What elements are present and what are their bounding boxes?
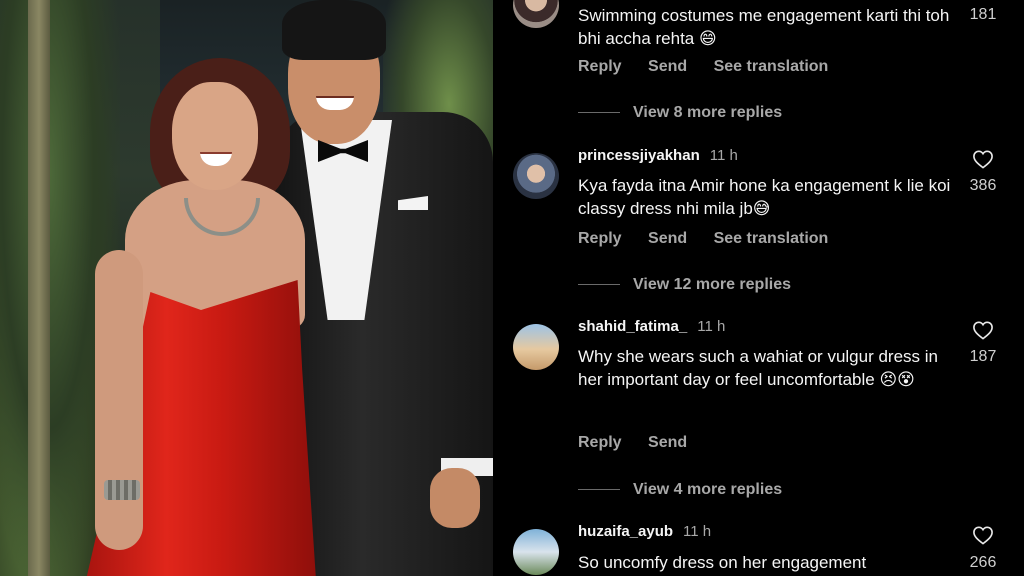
man-hand — [430, 468, 480, 528]
reply-button[interactable]: Reply — [578, 58, 622, 75]
avatar[interactable] — [513, 324, 559, 370]
send-button[interactable]: Send — [648, 230, 687, 247]
divider-line — [578, 284, 620, 286]
comment-actions: Reply Send — [578, 434, 709, 452]
comment-text: Why she wears such a wahiat or vulgur dr… — [578, 347, 938, 390]
view-more-label[interactable]: View 8 more replies — [633, 104, 782, 121]
see-translation-button[interactable]: See translation — [714, 58, 829, 75]
comment-text: So uncomfy dress on her engagement — [578, 553, 867, 572]
avatar[interactable] — [513, 153, 559, 199]
heart-outline-icon[interactable] — [972, 525, 994, 545]
view-more-label[interactable]: View 12 more replies — [633, 276, 791, 293]
username[interactable]: shahid_fatima_ 11 h — [578, 318, 725, 335]
woman-arm — [95, 250, 143, 550]
username[interactable]: princessjiyakhan 11 h — [578, 147, 738, 164]
heart-outline-icon[interactable] — [972, 149, 994, 169]
emoji: 😣😵 — [879, 370, 915, 390]
comment-text: Kya fayda itna Amir hone ka engagement k… — [578, 176, 951, 219]
avatar[interactable] — [513, 529, 559, 575]
reply-button[interactable]: Reply — [578, 434, 622, 451]
divider-line — [578, 112, 620, 114]
emoji: 😄 — [698, 29, 717, 49]
reply-button[interactable]: Reply — [578, 230, 622, 247]
timestamp: 11 h — [709, 147, 738, 164]
timestamp: 11 h — [683, 523, 712, 540]
engagement-photo — [0, 0, 493, 576]
timestamp: 11 h — [697, 318, 726, 335]
tree-trunk — [28, 0, 50, 576]
view-more-replies[interactable]: View 4 more replies — [578, 481, 782, 499]
comment-actions: Reply Send See translation — [578, 58, 850, 76]
like-count: 266 — [969, 554, 997, 571]
like-count: 187 — [969, 348, 997, 365]
divider-line — [578, 489, 620, 491]
woman-face — [172, 82, 258, 190]
comment-actions: Reply Send See translation — [578, 230, 850, 248]
like-count: 386 — [969, 177, 997, 194]
view-more-replies[interactable]: View 12 more replies — [578, 276, 791, 294]
view-more-replies[interactable]: View 8 more replies — [578, 104, 782, 122]
bracelet — [104, 480, 140, 500]
see-translation-button[interactable]: See translation — [714, 230, 829, 247]
view-more-label[interactable]: View 4 more replies — [633, 481, 782, 498]
send-button[interactable]: Send — [648, 58, 687, 75]
emoji: 😅 — [752, 199, 771, 219]
comment-text: Swimming costumes me engagement karti th… — [578, 6, 950, 49]
send-button[interactable]: Send — [648, 434, 687, 451]
avatar[interactable] — [513, 0, 559, 28]
like-count: 181 — [969, 6, 997, 23]
man-hair — [282, 0, 386, 60]
comments-panel: Swimming costumes me engagement karti th… — [493, 0, 1024, 576]
username[interactable]: huzaifa_ayub 11 h — [578, 523, 711, 540]
heart-outline-icon[interactable] — [972, 320, 994, 340]
